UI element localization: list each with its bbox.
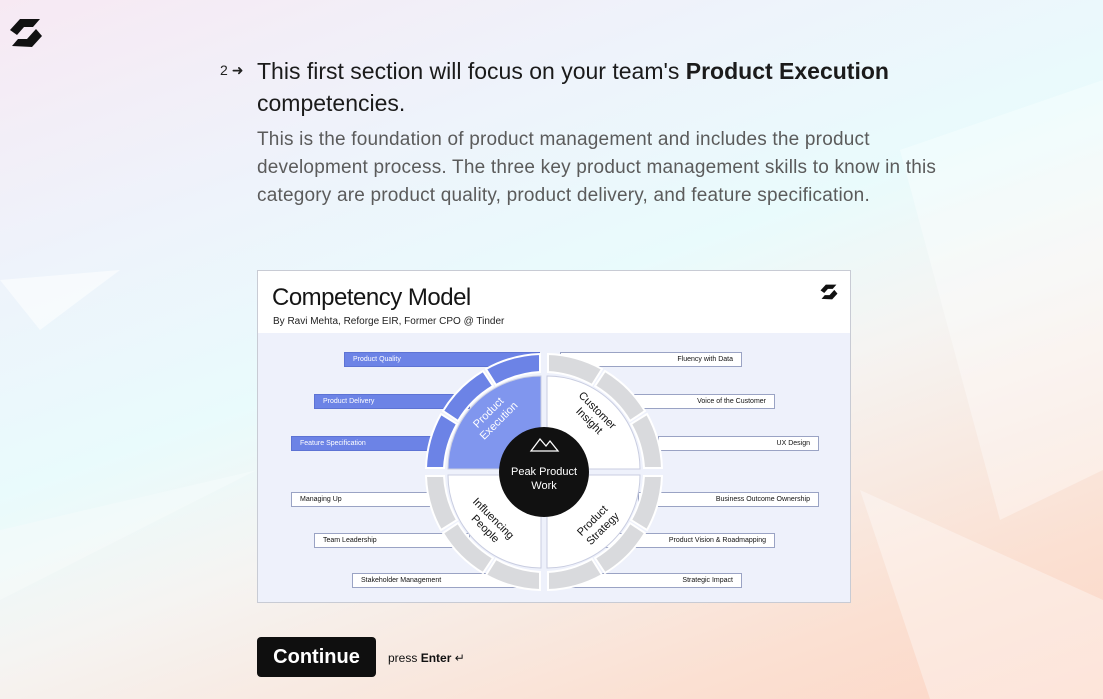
center-label-line1: Peak Product — [511, 466, 577, 478]
reforge-logo-icon[interactable] — [6, 16, 46, 50]
question-title-pre: This first section will focus on your te… — [257, 58, 686, 84]
competency-wheel: Product Execution Customer Insight Influ… — [424, 352, 664, 592]
figure-subtitle: By Ravi Mehta, Reforge EIR, Former CPO @… — [273, 316, 505, 327]
question-title-post: competencies. — [257, 90, 406, 116]
press-text: press — [388, 651, 418, 665]
enter-key-label: Enter — [420, 651, 452, 665]
competency-model-image: Competency Model By Ravi Mehta, Reforge … — [257, 270, 851, 603]
arrow-right-icon: ➜ — [231, 62, 244, 78]
question-number-value: 2 — [220, 62, 228, 78]
center-label-line2: Work — [531, 480, 557, 492]
question-title-bold: Product Execution — [685, 58, 889, 84]
question-number: 2 ➜ — [220, 62, 243, 79]
reforge-logo-icon — [820, 284, 838, 300]
label-ux-design: UX Design — [658, 436, 819, 451]
continue-button[interactable]: Continue — [257, 637, 376, 677]
figure-title: Competency Model — [272, 284, 471, 311]
figure-header: Competency Model By Ravi Mehta, Reforge … — [258, 271, 850, 333]
question-title: This first section will focus on your te… — [257, 55, 987, 119]
question-description: This is the foundation of product manage… — [257, 129, 937, 206]
keyboard-hint: press Enter ↵ — [388, 651, 465, 665]
label-business-outcome: Business Outcome Ownership — [638, 492, 819, 507]
enter-key-icon: ↵ — [454, 651, 465, 665]
